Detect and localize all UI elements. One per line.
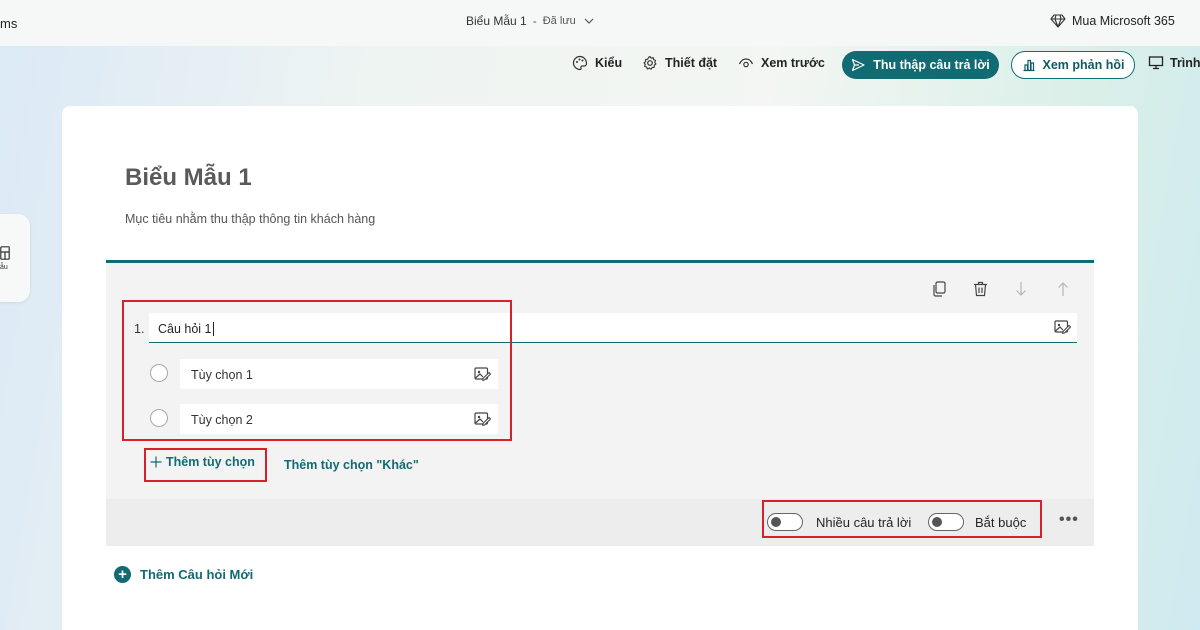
add-new-question-label: Thêm Câu hỏi Mới [140, 567, 254, 582]
add-new-question-button[interactable]: + Thêm Câu hỏi Mới [114, 566, 253, 583]
view-responses-label: Xem phản hồi [1042, 58, 1125, 72]
style-label: Kiểu [595, 56, 623, 70]
copy-icon[interactable] [932, 281, 946, 297]
buy-microsoft-365-link[interactable]: Mua Microsoft 365 [1050, 14, 1175, 28]
send-icon [852, 58, 865, 72]
present-button[interactable]: Trình [1148, 55, 1200, 70]
buy-365-label: Mua Microsoft 365 [1072, 14, 1175, 28]
document-title: Biểu Mẫu 1 [466, 14, 527, 28]
form-title[interactable]: Biểu Mẫu 1 [125, 164, 252, 192]
trash-icon[interactable] [973, 281, 988, 297]
arrow-down-icon[interactable] [1015, 281, 1027, 297]
top-header: ms Biểu Mẫu 1 - Đã lưu Mua Microsoft 365 [0, 0, 1200, 46]
gear-icon [643, 55, 657, 70]
arrow-up-icon[interactable] [1057, 281, 1069, 297]
highlight-box-add-option [144, 448, 267, 482]
style-button[interactable]: Kiểu [572, 55, 622, 71]
highlight-box-question [122, 300, 512, 441]
add-circle-icon: + [114, 566, 131, 583]
settings-label: Thiết đặt [665, 56, 718, 70]
eye-icon [738, 58, 754, 68]
present-label: Trình [1170, 55, 1200, 70]
highlight-box-toggles [762, 500, 1042, 538]
insert-media-icon[interactable] [1054, 319, 1071, 334]
left-rail-panel: ẫu [0, 214, 30, 302]
title-separator: - [532, 14, 537, 28]
add-other-option-button[interactable]: Thêm tùy chọn "Khác" [284, 458, 419, 472]
diamond-icon [1050, 14, 1066, 28]
form-toolbar: Kiểu Thiết đặt Xem trước Thu thập câu tr… [0, 51, 1200, 79]
saved-status: Đã lưu [542, 15, 576, 27]
monitor-icon [1148, 56, 1164, 70]
collect-responses-button[interactable]: Thu thập câu trả lời [842, 51, 999, 79]
layout-icon[interactable] [0, 246, 10, 260]
document-title-dropdown[interactable]: Biểu Mẫu 1 - Đã lưu [466, 14, 594, 28]
view-responses-button[interactable]: Xem phản hồi [1011, 51, 1135, 79]
more-options-icon[interactable]: ••• [1059, 511, 1079, 529]
preview-button[interactable]: Xem trước [738, 55, 825, 71]
palette-icon [572, 55, 588, 71]
preview-label: Xem trước [761, 56, 825, 70]
left-rail-label: ẫu [0, 264, 8, 271]
bar-chart-icon [1023, 59, 1035, 72]
chevron-down-icon [584, 18, 594, 24]
form-description[interactable]: Mục tiêu nhằm thu thập thông tin khách h… [125, 212, 375, 226]
collect-responses-label: Thu thập câu trả lời [873, 58, 990, 72]
settings-button[interactable]: Thiết đặt [642, 55, 717, 71]
app-name[interactable]: ms [0, 16, 17, 31]
